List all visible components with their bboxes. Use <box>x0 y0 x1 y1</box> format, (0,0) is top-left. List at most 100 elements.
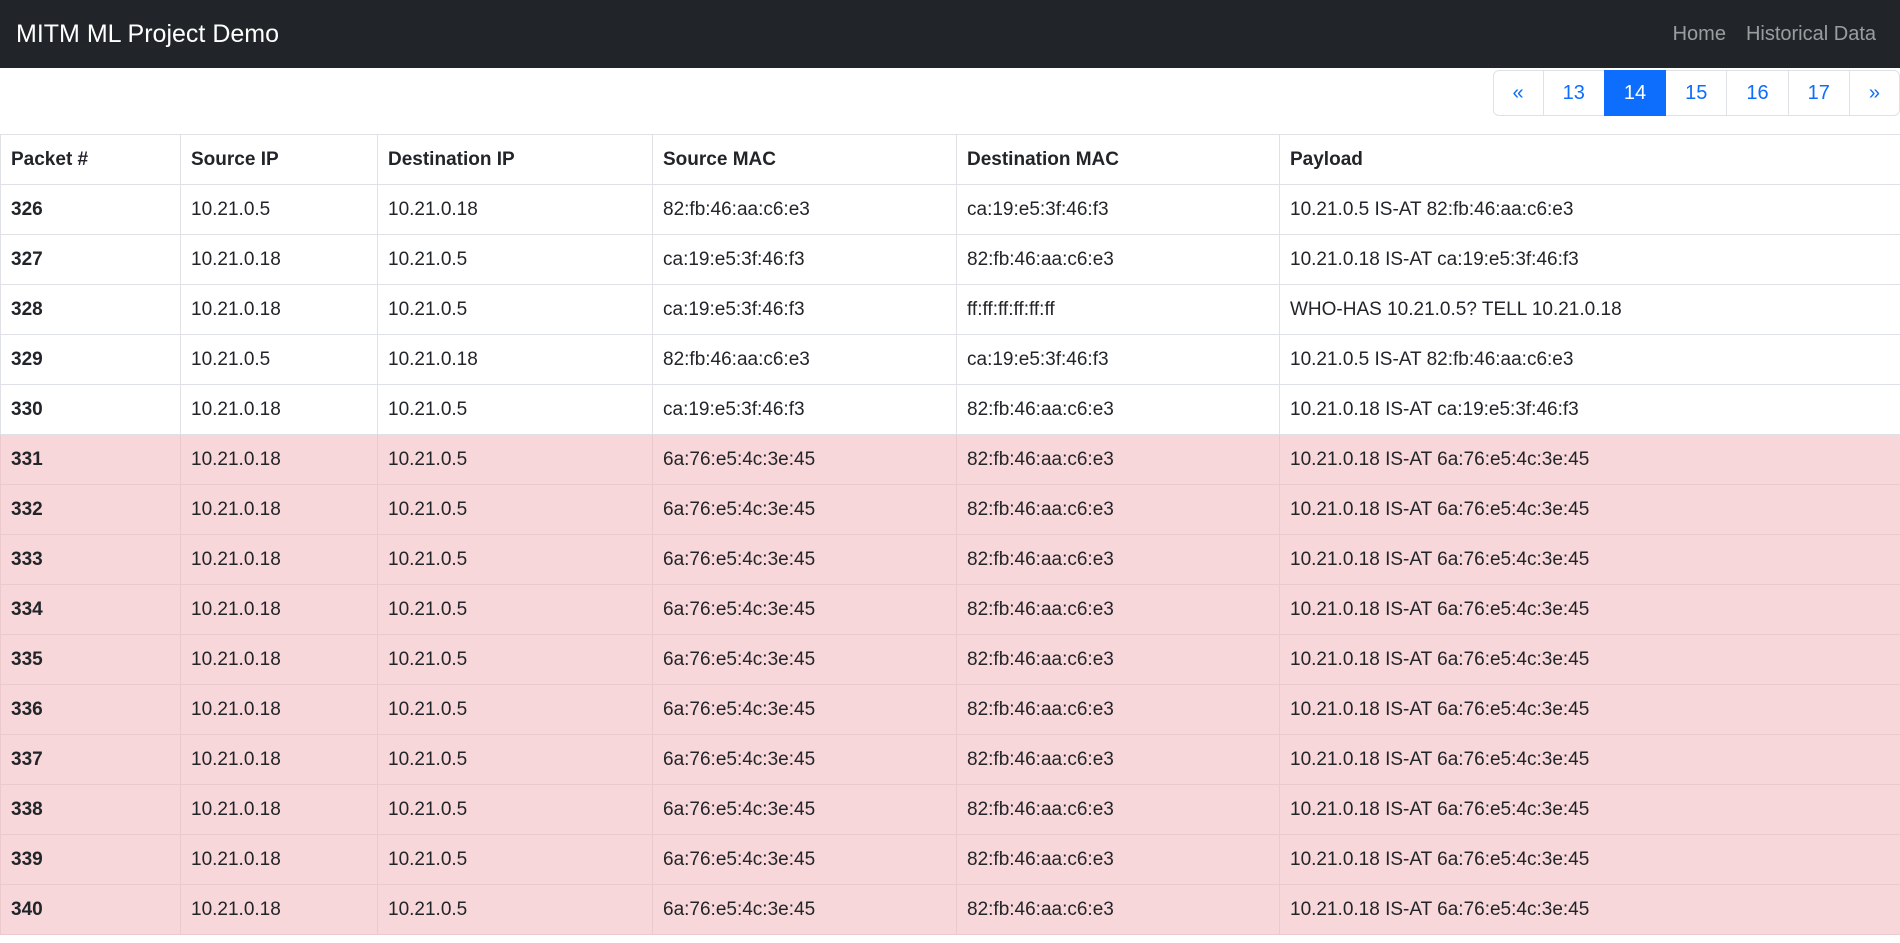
cell-destination-mac: ff:ff:ff:ff:ff:ff <box>956 284 1280 335</box>
cell-payload: 10.21.0.5 IS-AT 82:fb:46:aa:c6:e3 <box>1279 184 1900 235</box>
top-navbar: MITM ML Project Demo Home Historical Dat… <box>0 0 1900 68</box>
cell-packet-number: 336 <box>0 684 181 735</box>
table-body: 326 10.21.0.5 10.21.0.18 82:fb:46:aa:c6:e3 c… <box>0 184 1900 935</box>
cell-packet-number: 332 <box>0 484 181 535</box>
header-packet-number: Packet # <box>0 134 181 185</box>
brand-link[interactable]: MITM ML Project Demo <box>16 20 279 49</box>
pagination-page-15[interactable]: 15 <box>1665 70 1728 116</box>
table-row: 337 10.21.0.18 10.21.0.5 6a:76:e5:4c:3e:45 8… <box>0 734 1900 785</box>
cell-destination-ip: 10.21.0.5 <box>377 384 653 435</box>
cell-source-mac: 6a:76:e5:4c:3e:45 <box>652 434 957 485</box>
cell-source-ip: 10.21.0.18 <box>180 484 378 535</box>
cell-packet-number: 329 <box>0 334 181 385</box>
cell-packet-number: 333 <box>0 534 181 585</box>
cell-destination-ip: 10.21.0.5 <box>377 584 653 635</box>
cell-source-ip: 10.21.0.18 <box>180 534 378 585</box>
cell-source-ip: 10.21.0.18 <box>180 784 378 835</box>
cell-packet-number: 328 <box>0 284 181 335</box>
cell-destination-ip: 10.21.0.5 <box>377 234 653 285</box>
nav-links: Home Historical Data <box>1673 23 1884 46</box>
cell-source-ip: 10.21.0.18 <box>180 384 378 435</box>
nav-historical-data-link[interactable]: Historical Data <box>1746 23 1876 46</box>
table-row: 331 10.21.0.18 10.21.0.5 6a:76:e5:4c:3e:45 8… <box>0 434 1900 485</box>
pagination-item: 15 <box>1665 70 1728 116</box>
cell-payload: 10.21.0.18 IS-AT ca:19:e5:3f:46:f3 <box>1279 234 1900 285</box>
cell-packet-number: 340 <box>0 884 181 935</box>
cell-destination-mac: ca:19:e5:3f:46:f3 <box>956 184 1280 235</box>
pagination-page-14[interactable]: 14 <box>1603 70 1667 116</box>
cell-payload: WHO-HAS 10.21.0.5? TELL 10.21.0.18 <box>1279 284 1900 335</box>
cell-source-ip: 10.21.0.5 <box>180 184 378 235</box>
table-row: 338 10.21.0.18 10.21.0.5 6a:76:e5:4c:3e:45 8… <box>0 784 1900 835</box>
cell-source-mac: 6a:76:e5:4c:3e:45 <box>652 534 957 585</box>
cell-source-mac: 6a:76:e5:4c:3e:45 <box>652 584 957 635</box>
packet-table: Packet # Source IP Destination IP Source MA… <box>0 134 1900 935</box>
cell-destination-ip: 10.21.0.5 <box>377 484 653 535</box>
cell-payload: 10.21.0.18 IS-AT 6a:76:e5:4c:3e:45 <box>1279 484 1900 535</box>
pagination-page-16[interactable]: 16 <box>1726 70 1789 116</box>
table-row: 332 10.21.0.18 10.21.0.5 6a:76:e5:4c:3e:45 8… <box>0 484 1900 535</box>
cell-payload: 10.21.0.18 IS-AT 6a:76:e5:4c:3e:45 <box>1279 534 1900 585</box>
cell-destination-ip: 10.21.0.5 <box>377 784 653 835</box>
pagination-item: 16 <box>1726 70 1789 116</box>
cell-source-ip: 10.21.0.18 <box>180 434 378 485</box>
cell-source-mac: 6a:76:e5:4c:3e:45 <box>652 484 957 535</box>
cell-payload: 10.21.0.18 IS-AT 6a:76:e5:4c:3e:45 <box>1279 434 1900 485</box>
cell-source-ip: 10.21.0.5 <box>180 334 378 385</box>
cell-packet-number: 339 <box>0 834 181 885</box>
cell-destination-ip: 10.21.0.5 <box>377 834 653 885</box>
cell-destination-ip: 10.21.0.5 <box>377 534 653 585</box>
table-row: 339 10.21.0.18 10.21.0.5 6a:76:e5:4c:3e:45 8… <box>0 834 1900 885</box>
header-destination-mac: Destination MAC <box>956 134 1280 185</box>
pagination-page-17[interactable]: 17 <box>1787 70 1850 116</box>
cell-source-mac: 82:fb:46:aa:c6:e3 <box>652 184 957 235</box>
pagination-item: 17 <box>1787 70 1850 116</box>
nav-home-link[interactable]: Home <box>1673 23 1726 46</box>
cell-destination-ip: 10.21.0.5 <box>377 734 653 785</box>
cell-payload: 10.21.0.18 IS-AT 6a:76:e5:4c:3e:45 <box>1279 684 1900 735</box>
cell-payload: 10.21.0.18 IS-AT 6a:76:e5:4c:3e:45 <box>1279 734 1900 785</box>
cell-payload: 10.21.0.18 IS-AT 6a:76:e5:4c:3e:45 <box>1279 784 1900 835</box>
pagination-item: » <box>1848 70 1900 116</box>
cell-destination-mac: 82:fb:46:aa:c6:e3 <box>956 434 1280 485</box>
table-row: 340 10.21.0.18 10.21.0.5 6a:76:e5:4c:3e:45 8… <box>0 884 1900 935</box>
pagination-item: 13 <box>1542 70 1605 116</box>
cell-source-ip: 10.21.0.18 <box>180 884 378 935</box>
cell-source-ip: 10.21.0.18 <box>180 584 378 635</box>
cell-destination-mac: 82:fb:46:aa:c6:e3 <box>956 884 1280 935</box>
cell-destination-mac: ca:19:e5:3f:46:f3 <box>956 334 1280 385</box>
cell-source-ip: 10.21.0.18 <box>180 234 378 285</box>
cell-packet-number: 326 <box>0 184 181 235</box>
header-row: Packet # Source IP Destination IP Source MA… <box>0 134 1900 185</box>
header-destination-ip: Destination IP <box>377 134 653 185</box>
header-payload: Payload <box>1279 134 1900 185</box>
pagination: «13 14 15 16 17» <box>1492 70 1900 116</box>
table-row: 336 10.21.0.18 10.21.0.5 6a:76:e5:4c:3e:45 8… <box>0 684 1900 735</box>
cell-destination-mac: 82:fb:46:aa:c6:e3 <box>956 784 1280 835</box>
pagination-page-13[interactable]: 13 <box>1542 70 1605 116</box>
cell-destination-ip: 10.21.0.5 <box>377 884 653 935</box>
cell-destination-mac: 82:fb:46:aa:c6:e3 <box>956 734 1280 785</box>
cell-packet-number: 331 <box>0 434 181 485</box>
cell-source-ip: 10.21.0.18 <box>180 634 378 685</box>
cell-source-ip: 10.21.0.18 <box>180 734 378 785</box>
cell-packet-number: 330 <box>0 384 181 435</box>
cell-source-mac: ca:19:e5:3f:46:f3 <box>652 384 957 435</box>
header-source-ip: Source IP <box>180 134 378 185</box>
cell-packet-number: 338 <box>0 784 181 835</box>
cell-destination-ip: 10.21.0.5 <box>377 284 653 335</box>
cell-destination-mac: 82:fb:46:aa:c6:e3 <box>956 384 1280 435</box>
table-row: 335 10.21.0.18 10.21.0.5 6a:76:e5:4c:3e:45 8… <box>0 634 1900 685</box>
cell-payload: 10.21.0.5 IS-AT 82:fb:46:aa:c6:e3 <box>1279 334 1900 385</box>
cell-source-ip: 10.21.0.18 <box>180 284 378 335</box>
table-row: 330 10.21.0.18 10.21.0.5 ca:19:e5:3f:46:f3 8… <box>0 384 1900 435</box>
table-row: 334 10.21.0.18 10.21.0.5 6a:76:e5:4c:3e:45 8… <box>0 584 1900 635</box>
cell-destination-mac: 82:fb:46:aa:c6:e3 <box>956 634 1280 685</box>
table-row: 329 10.21.0.5 10.21.0.18 82:fb:46:aa:c6:e3 c… <box>0 334 1900 385</box>
cell-payload: 10.21.0.18 IS-AT 6a:76:e5:4c:3e:45 <box>1279 584 1900 635</box>
cell-source-mac: ca:19:e5:3f:46:f3 <box>652 234 957 285</box>
pagination-next-button[interactable]: » <box>1848 70 1900 116</box>
pagination-item: 14 <box>1603 70 1667 116</box>
pagination-prev-button[interactable]: « <box>1492 70 1544 116</box>
cell-destination-mac: 82:fb:46:aa:c6:e3 <box>956 484 1280 535</box>
